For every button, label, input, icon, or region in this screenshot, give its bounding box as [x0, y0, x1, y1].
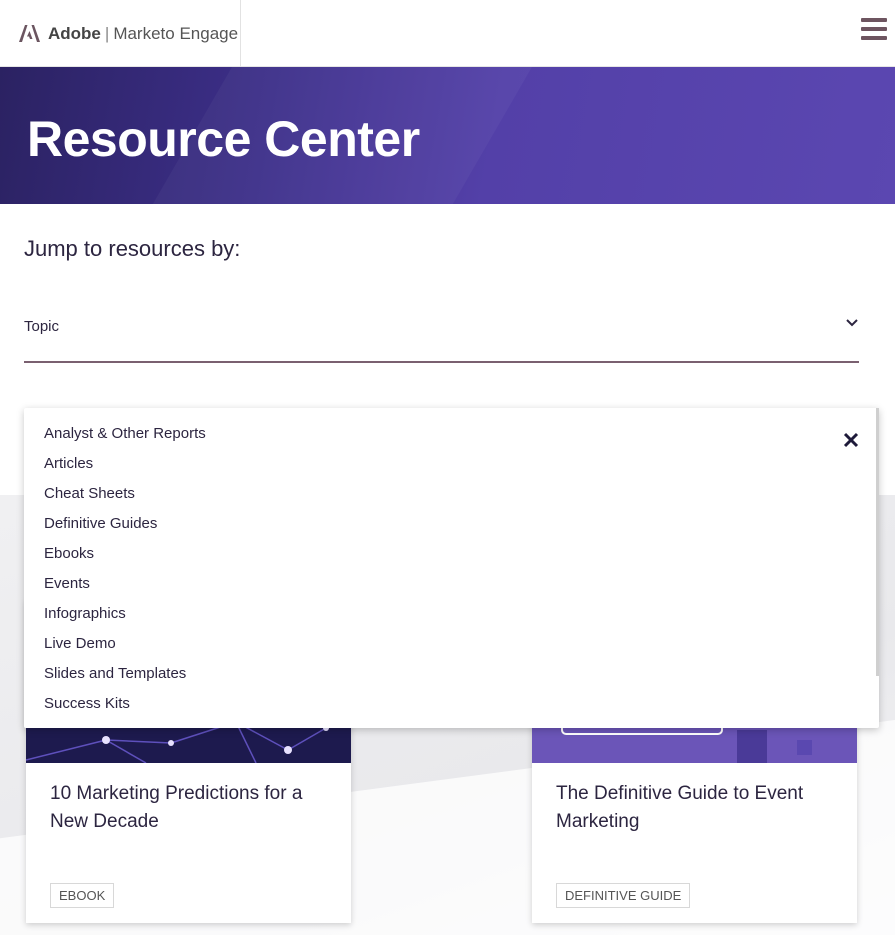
page-title: Resource Center	[27, 111, 420, 167]
dropdown-item[interactable]: Infographics	[44, 602, 206, 632]
brand-separator: |	[104, 23, 110, 43]
card-tag[interactable]: EBOOK	[50, 883, 115, 908]
topic-select[interactable]: Topic	[24, 300, 859, 363]
dropdown-list: Analyst & Other Reports Articles Cheat S…	[44, 422, 206, 722]
dropdown-item[interactable]: Analyst & Other Reports	[44, 422, 206, 452]
dropdown-item[interactable]: Live Demo	[44, 632, 206, 662]
brand-adobe-text: Adobe	[48, 23, 101, 43]
adobe-logo-icon	[19, 25, 40, 42]
dropdown-item[interactable]: Ebooks	[44, 542, 206, 572]
dropdown-scrollbar[interactable]	[876, 408, 879, 676]
jump-to-label: Jump to resources by:	[24, 236, 241, 261]
close-icon[interactable]	[843, 432, 859, 448]
hamburger-menu-icon[interactable]	[861, 18, 887, 42]
top-navigation-bar: Adobe | Marketo Engage	[0, 0, 895, 67]
chevron-down-icon	[846, 319, 858, 327]
card-title: The Definitive Guide to Event Marketing	[556, 783, 804, 832]
brand-product-text: Marketo Engage	[113, 23, 239, 43]
dropdown-item[interactable]: Articles	[44, 452, 206, 482]
dropdown-item[interactable]: Slides and Templates	[44, 662, 206, 692]
hero-banner: Resource Center	[0, 67, 895, 204]
topic-select-value: Topic	[24, 318, 60, 335]
card-tag[interactable]: DEFINITIVE GUIDE	[556, 883, 691, 908]
dropdown-item[interactable]: Cheat Sheets	[44, 482, 206, 512]
dropdown-item[interactable]: Definitive Guides	[44, 512, 206, 542]
dropdown-item[interactable]: Events	[44, 572, 206, 602]
dropdown-item[interactable]: Success Kits	[44, 692, 206, 722]
brand-logo-link[interactable]: Adobe | Marketo Engage	[0, 0, 241, 67]
topic-dropdown-menu: Analyst & Other Reports Articles Cheat S…	[24, 408, 879, 728]
card-title: 10 Marketing Predictions for a New Decad…	[50, 783, 303, 832]
